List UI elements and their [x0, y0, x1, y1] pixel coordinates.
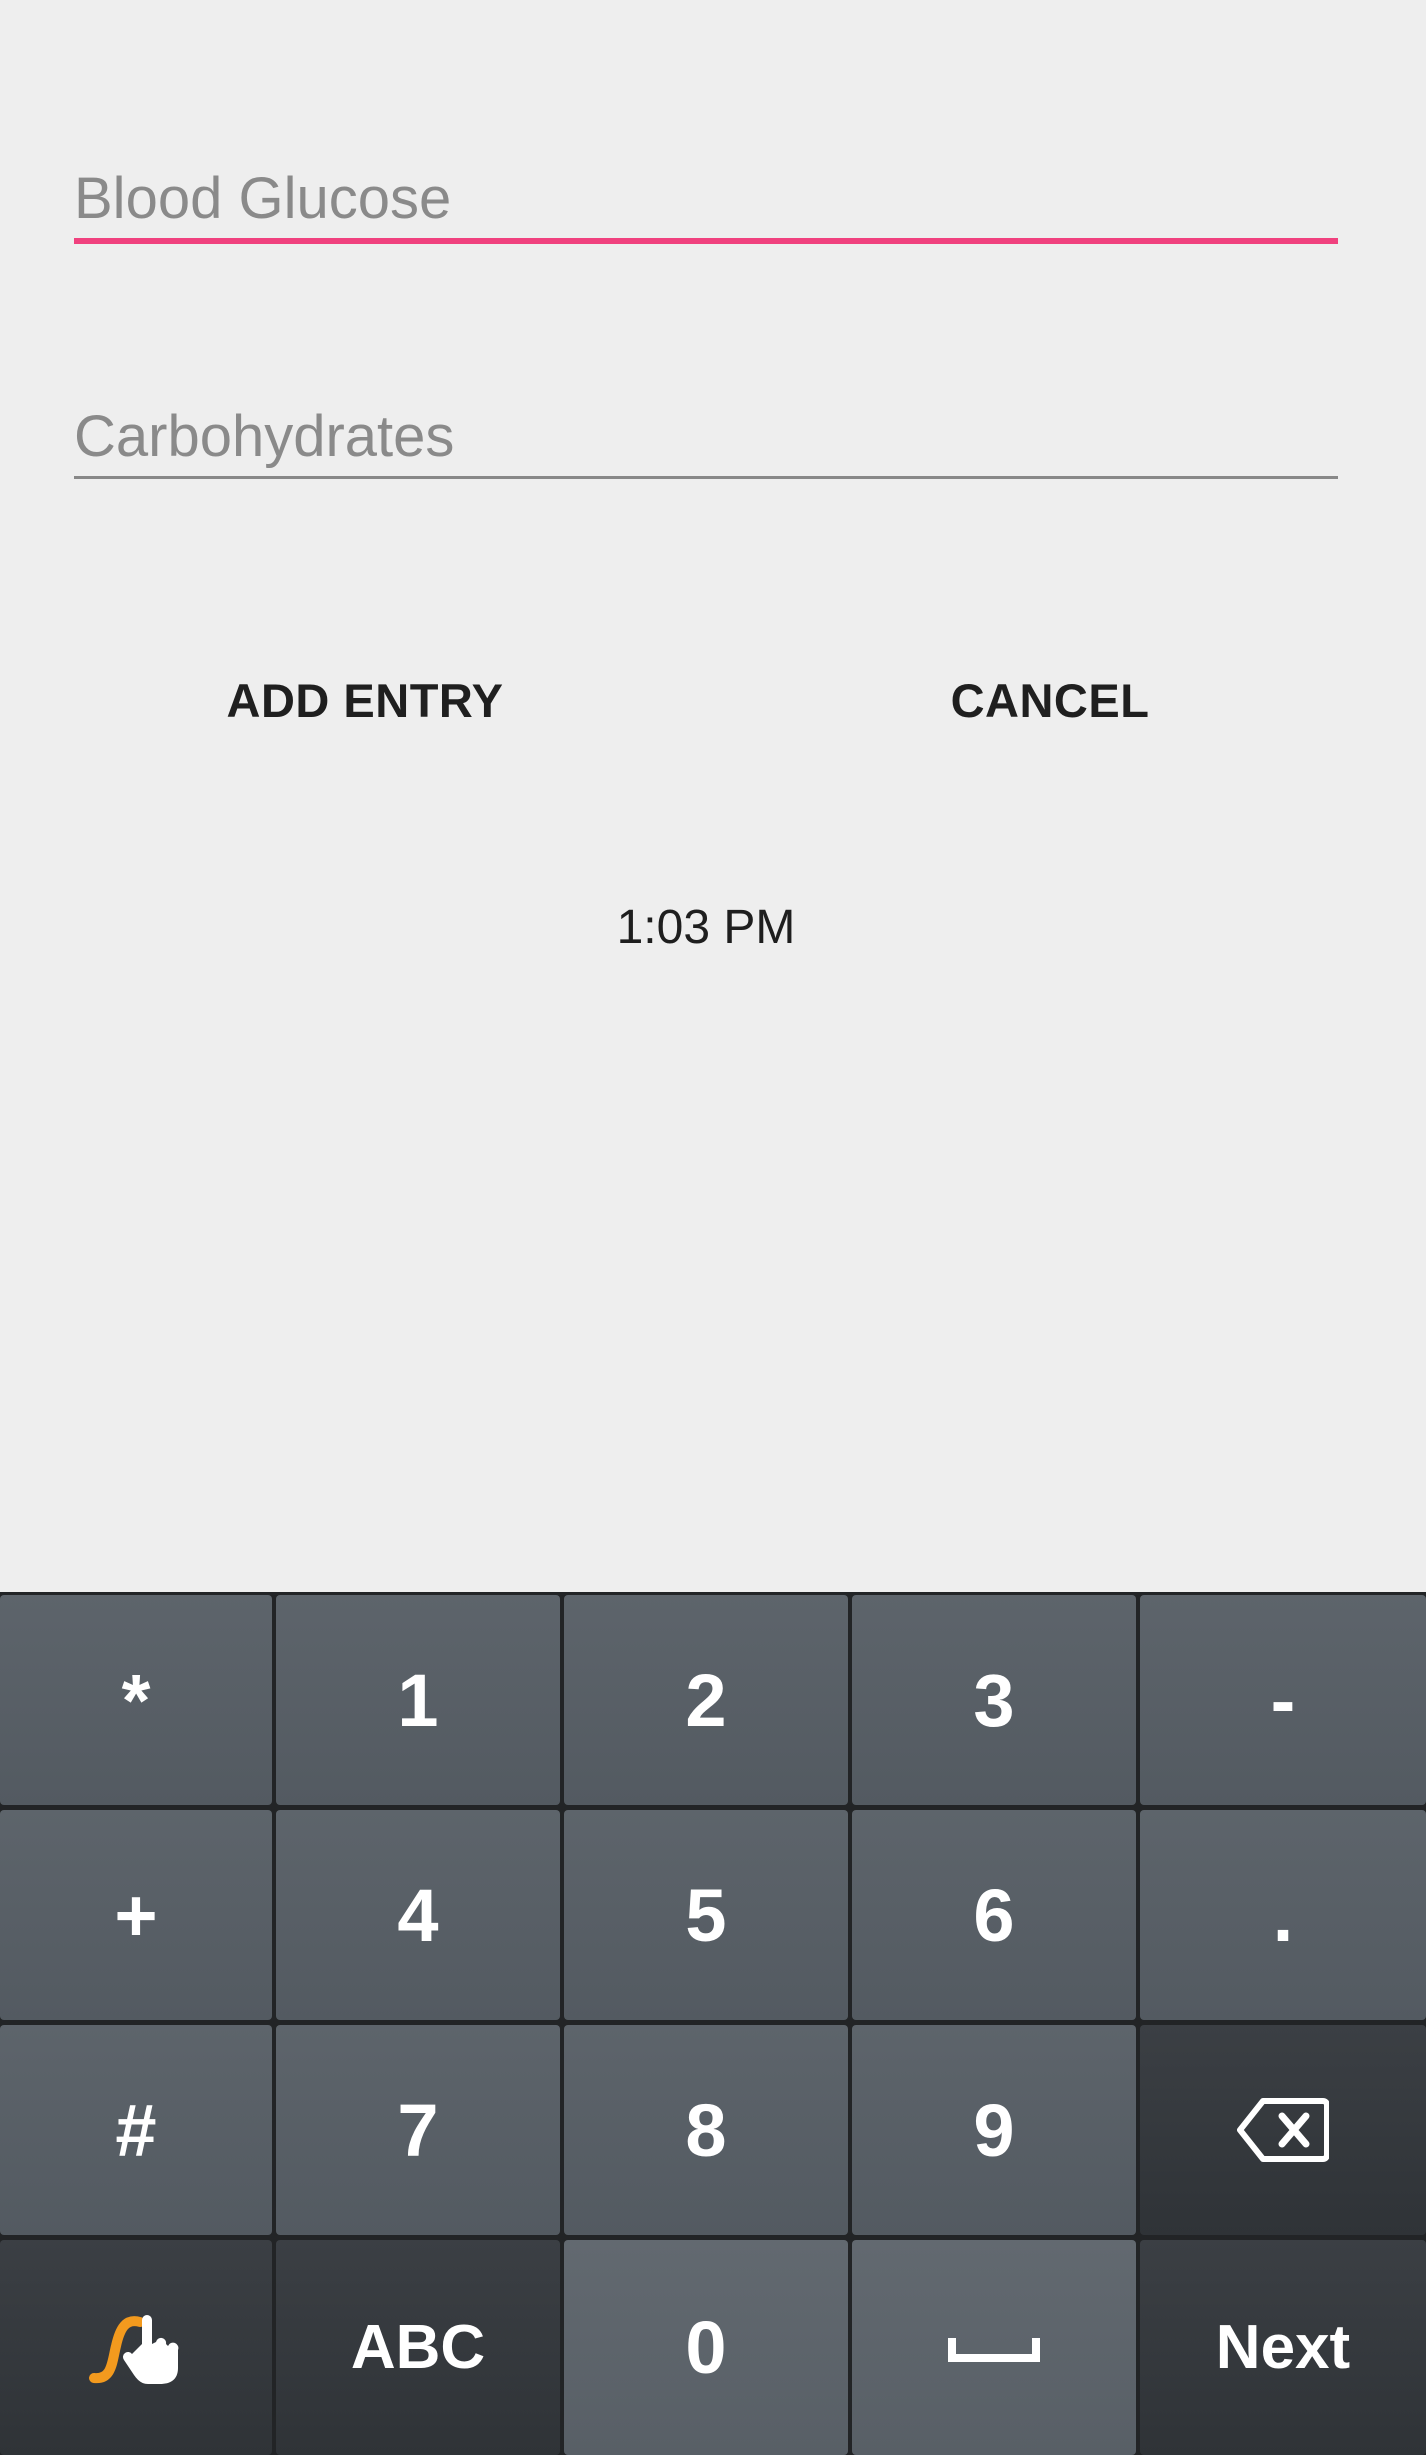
key-9[interactable]: 9: [852, 2025, 1136, 2235]
key-space[interactable]: [852, 2240, 1136, 2455]
key-1[interactable]: 1: [276, 1595, 560, 1805]
carbohydrates-input[interactable]: [74, 403, 1338, 476]
key-abc[interactable]: ABC: [276, 2240, 560, 2455]
key-abc-label: ABC: [350, 2313, 486, 2382]
blood-glucose-field[interactable]: [74, 165, 1338, 244]
app-screen: ADD ENTRY CANCEL 1:03 PM: [0, 0, 1426, 1592]
blood-glucose-underline-focused: [74, 238, 1338, 244]
numeric-keyboard: * 1 2 3 - + 4 5 6 . # 7 8 9 ABC 0 Next: [0, 1592, 1426, 2455]
key-backspace[interactable]: [1140, 2025, 1426, 2235]
key-7[interactable]: 7: [276, 2025, 560, 2235]
key-star[interactable]: *: [0, 1595, 272, 1805]
backspace-icon: [1237, 2098, 1329, 2162]
time-display[interactable]: 1:03 PM: [0, 900, 1412, 955]
key-plus[interactable]: +: [0, 1810, 272, 2020]
key-5[interactable]: 5: [564, 1810, 848, 2020]
key-next-label: Next: [1215, 2313, 1351, 2382]
key-minus[interactable]: -: [1140, 1595, 1426, 1805]
swipe-gesture-icon: [89, 2314, 179, 2384]
carbohydrates-field[interactable]: [74, 403, 1338, 479]
carbohydrates-underline: [74, 476, 1338, 479]
cancel-button[interactable]: CANCEL: [920, 660, 1180, 740]
key-swipe[interactable]: [0, 2240, 272, 2455]
key-0[interactable]: 0: [564, 2240, 848, 2455]
key-8[interactable]: 8: [564, 2025, 848, 2235]
key-6[interactable]: 6: [852, 1810, 1136, 2020]
space-icon: [948, 2337, 1040, 2362]
key-next[interactable]: Next: [1140, 2240, 1426, 2455]
add-entry-button[interactable]: ADD ENTRY: [200, 660, 530, 740]
key-period[interactable]: .: [1140, 1810, 1426, 2020]
key-3[interactable]: 3: [852, 1595, 1136, 1805]
key-4[interactable]: 4: [276, 1810, 560, 2020]
key-2[interactable]: 2: [564, 1595, 848, 1805]
key-hash[interactable]: #: [0, 2025, 272, 2235]
blood-glucose-input[interactable]: [74, 165, 1338, 238]
